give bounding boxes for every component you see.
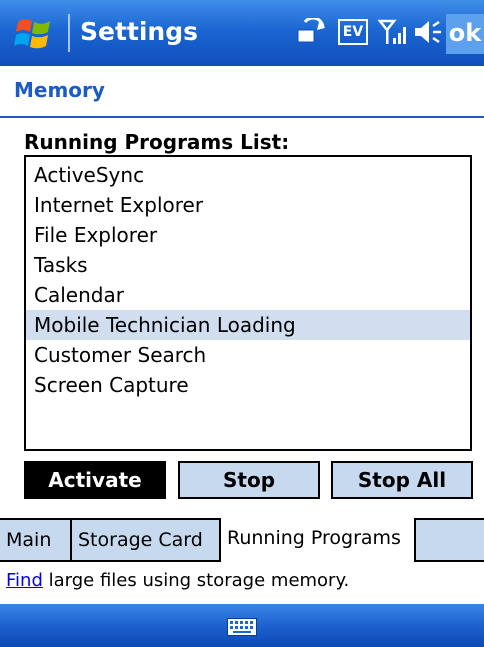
title-bar: Settings EV ok bbox=[0, 0, 484, 66]
list-item[interactable]: Customer Search bbox=[26, 340, 470, 370]
tab-running-programs[interactable]: Running Programs bbox=[221, 518, 416, 562]
activate-button[interactable]: Activate bbox=[24, 461, 166, 499]
list-item[interactable]: File Explorer bbox=[26, 220, 470, 250]
menu-bar bbox=[0, 604, 484, 647]
footer-description: large files using storage memory. bbox=[42, 570, 350, 591]
start-menu-icon[interactable] bbox=[14, 14, 54, 54]
list-item[interactable]: Calendar bbox=[26, 280, 470, 310]
list-item[interactable]: ActiveSync bbox=[26, 160, 470, 190]
keyboard-icon[interactable] bbox=[227, 618, 257, 636]
ev-label: EV bbox=[338, 19, 368, 45]
running-programs-list[interactable]: ActiveSync Internet Explorer File Explor… bbox=[24, 155, 472, 451]
footer-text: Find large files using storage memory. bbox=[6, 570, 349, 591]
title-separator bbox=[68, 14, 70, 52]
ev-icon[interactable]: EV bbox=[336, 15, 370, 49]
tab-bar: Main Storage Card Running Programs bbox=[0, 518, 484, 562]
find-link[interactable]: Find bbox=[6, 570, 43, 591]
page-header: Memory bbox=[0, 66, 484, 118]
window-title: Settings bbox=[80, 17, 199, 46]
sync-icon[interactable] bbox=[293, 15, 329, 49]
volume-icon[interactable] bbox=[412, 15, 444, 49]
list-item[interactable]: Internet Explorer bbox=[26, 190, 470, 220]
signal-icon[interactable] bbox=[376, 15, 410, 49]
running-programs-label: Running Programs List: bbox=[24, 130, 290, 154]
ok-button[interactable]: ok bbox=[446, 14, 484, 54]
list-item[interactable]: Screen Capture bbox=[26, 370, 470, 400]
stop-button[interactable]: Stop bbox=[178, 461, 320, 499]
tab-main[interactable]: Main bbox=[0, 520, 72, 562]
page-title: Memory bbox=[14, 78, 105, 102]
tab-storage-card[interactable]: Storage Card bbox=[72, 520, 221, 562]
list-item-selected[interactable]: Mobile Technician Loading bbox=[26, 310, 470, 340]
stop-all-button[interactable]: Stop All bbox=[331, 461, 473, 499]
list-item[interactable]: Tasks bbox=[26, 250, 470, 280]
